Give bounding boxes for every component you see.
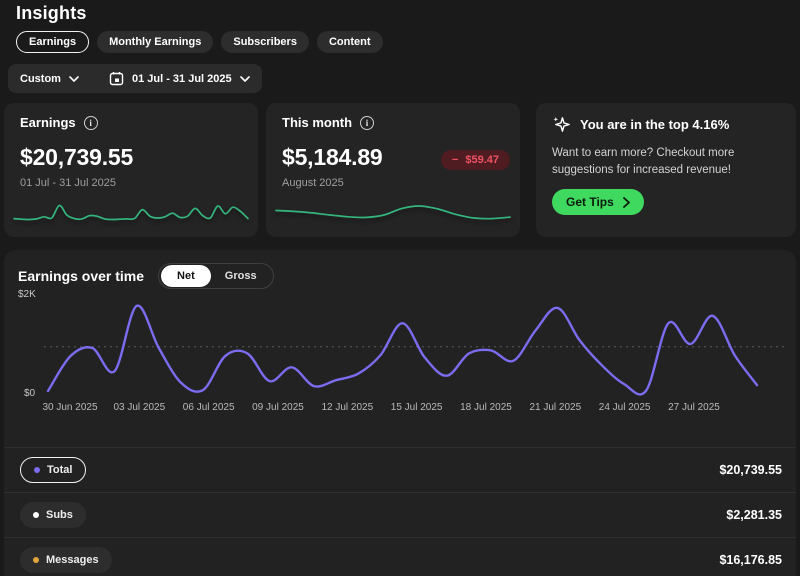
legend-value-subs: $2,281.35 [726, 508, 782, 522]
legend-pill-messages[interactable]: Messages [20, 547, 112, 573]
chevron-down-icon [240, 76, 250, 82]
toggle-gross[interactable]: Gross [211, 265, 271, 287]
tab-monthly-earnings[interactable]: Monthly Earnings [97, 31, 213, 53]
tab-bar: Earnings Monthly Earnings Subscribers Co… [16, 31, 383, 53]
tips-body: Want to earn more? Checkout more suggest… [552, 145, 784, 178]
earnings-amount: $20,739.55 [20, 144, 242, 171]
chart-plot [4, 288, 796, 416]
summary-cards: Earnings i $20,739.55 01 Jul - 31 Jul 20… [4, 103, 796, 237]
legend-pill-subs[interactable]: Subs [20, 502, 86, 528]
earnings-card-title: Earnings [20, 115, 76, 130]
earnings-line-chart: $2K $0 30 Jun 2025 03 Jul 2025 06 Jul 2025… [4, 288, 796, 416]
tab-content[interactable]: Content [317, 31, 383, 53]
this-month-card: This month i $5,184.89 August 2025 − $59… [266, 103, 520, 237]
x-tick-label: 06 Jul 2025 [183, 402, 235, 413]
legend-value-messages: $16,176.85 [719, 553, 782, 567]
calendar-icon [109, 71, 124, 86]
x-tick-label: 30 Jun 2025 [42, 402, 97, 413]
page-title: Insights [16, 3, 87, 24]
x-tick-label: 27 Jul 2025 [668, 402, 720, 413]
legend-value-total: $20,739.55 [719, 463, 782, 477]
info-icon[interactable]: i [84, 116, 98, 130]
earnings-sparkline [12, 193, 250, 231]
this-month-card-title: This month [282, 115, 352, 130]
toggle-net[interactable]: Net [161, 265, 211, 287]
x-tick-label: 09 Jul 2025 [252, 402, 304, 413]
legend-row-subs: Subs $2,281.35 [4, 492, 796, 537]
x-tick-label: 15 Jul 2025 [391, 402, 443, 413]
chevron-down-icon [69, 76, 79, 82]
tips-headline: You are in the top 4.16% [580, 117, 729, 132]
x-tick-label: 03 Jul 2025 [113, 402, 165, 413]
chevron-right-icon [623, 197, 630, 208]
get-tips-button[interactable]: Get Tips [552, 189, 644, 215]
chart-title: Earnings over time [18, 268, 144, 284]
total-dot-icon [34, 467, 40, 473]
x-tick-label: 18 Jul 2025 [460, 402, 512, 413]
tips-card: You are in the top 4.16% Want to earn mo… [536, 103, 796, 237]
x-tick-label: 21 Jul 2025 [529, 402, 581, 413]
legend-row-total: Total $20,739.55 [4, 447, 796, 492]
earnings-card: Earnings i $20,739.55 01 Jul - 31 Jul 20… [4, 103, 258, 237]
sparkle-icon [552, 115, 571, 134]
tab-earnings[interactable]: Earnings [16, 31, 89, 53]
tab-subscribers[interactable]: Subscribers [221, 31, 309, 53]
this-month-sparkline [274, 193, 512, 231]
filter-bar: Custom 01 Jul - 31 Jul 2025 [8, 64, 262, 93]
earnings-period: 01 Jul - 31 Jul 2025 [20, 177, 242, 189]
x-tick-label: 12 Jul 2025 [321, 402, 373, 413]
y-axis-label-min: $0 [24, 388, 35, 399]
earnings-over-time-card: Earnings over time Net Gross $2K $0 30 J… [4, 250, 796, 576]
subs-dot-icon [33, 512, 39, 518]
y-axis-label-max: $2K [18, 289, 36, 300]
chart-legend: Total $20,739.55 Subs $2,281.35 Messages… [4, 447, 796, 576]
x-tick-label: 24 Jul 2025 [599, 402, 651, 413]
date-range-value[interactable]: 01 Jul - 31 Jul 2025 [132, 73, 232, 85]
messages-dot-icon [33, 557, 39, 563]
minus-icon: − [452, 154, 458, 166]
info-icon[interactable]: i [360, 116, 374, 130]
delta-badge: − $59.47 [441, 150, 510, 170]
legend-pill-total[interactable]: Total [20, 457, 86, 483]
delta-amount: $59.47 [465, 154, 499, 166]
net-gross-toggle: Net Gross [158, 263, 274, 289]
this-month-period: August 2025 [282, 177, 504, 189]
legend-row-messages: Messages $16,176.85 [4, 537, 796, 576]
date-filter-control[interactable]: Custom 01 Jul - 31 Jul 2025 [8, 64, 262, 93]
preset-select-value[interactable]: Custom [20, 73, 61, 85]
